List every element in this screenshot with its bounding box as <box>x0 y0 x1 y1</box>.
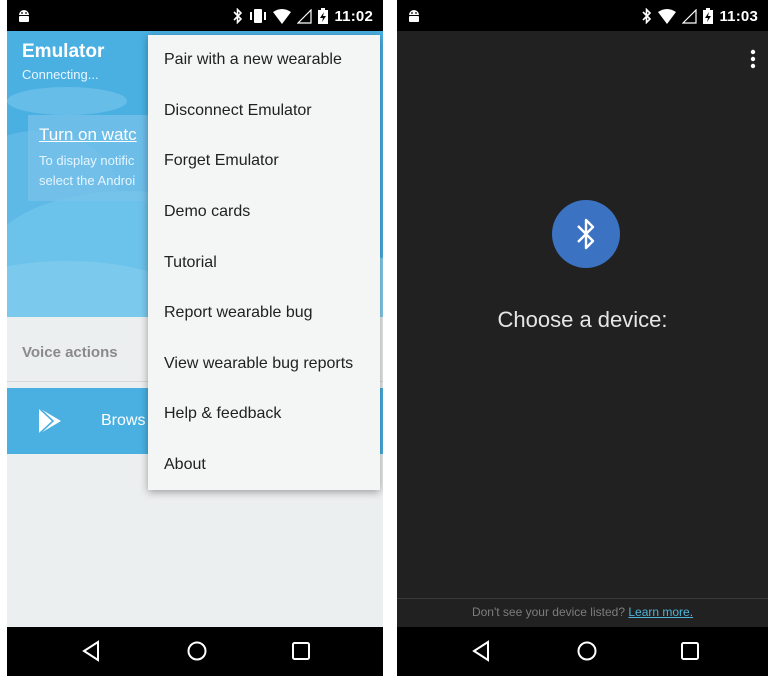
back-icon[interactable] <box>471 640 491 662</box>
recents-icon[interactable] <box>680 640 700 662</box>
bluetooth-icon <box>233 8 243 24</box>
android-icon <box>409 10 419 22</box>
menu-item-help-feedback[interactable]: Help & feedback <box>148 389 380 440</box>
signal-icon <box>297 8 313 24</box>
wifi-icon <box>658 8 677 24</box>
wifi-icon <box>273 8 292 24</box>
status-bar: 11:02 <box>7 0 383 31</box>
menu-item-disconnect[interactable]: Disconnect Emulator <box>148 86 380 137</box>
navigation-bar <box>397 627 768 676</box>
footer-text: Don't see your device listed? <box>471 605 625 619</box>
right-phone-screen: 11:03 Choose a device: Don't see your de… <box>397 0 768 676</box>
menu-item-tutorial[interactable]: Tutorial <box>148 237 380 288</box>
left-phone-screen: 11:02 Emulator Connecting... Turn on wat… <box>7 0 383 676</box>
navigation-bar <box>7 627 383 676</box>
signal-icon <box>682 8 698 24</box>
learn-more-link[interactable]: Learn more. <box>628 605 693 619</box>
menu-item-forget[interactable]: Forget Emulator <box>148 136 380 187</box>
status-time: 11:03 <box>719 7 758 25</box>
overflow-menu-icon[interactable] <box>750 48 756 70</box>
device-name: Emulator <box>22 41 105 62</box>
browse-label: Brows <box>101 412 146 429</box>
bluetooth-icon <box>642 8 652 24</box>
menu-item-demo-cards[interactable]: Demo cards <box>148 187 380 238</box>
divider <box>397 598 768 599</box>
voice-actions-heading: Voice actions <box>22 344 118 361</box>
connection-status: Connecting... <box>22 67 99 82</box>
bluetooth-scan-indicator <box>552 200 620 268</box>
back-icon[interactable] <box>81 640 101 662</box>
home-icon[interactable] <box>576 640 598 662</box>
vibrate-icon <box>250 9 267 23</box>
status-time: 11:02 <box>334 7 373 25</box>
play-store-icon <box>38 407 61 435</box>
menu-item-about[interactable]: About <box>148 440 380 491</box>
overflow-menu: Pair with a new wearable Disconnect Emul… <box>148 35 380 490</box>
menu-item-pair[interactable]: Pair with a new wearable <box>148 35 380 86</box>
turn-on-link[interactable]: Turn on watc <box>39 125 137 145</box>
menu-item-view-bug-reports[interactable]: View wearable bug reports <box>148 339 380 390</box>
battery-charging-icon <box>703 8 714 24</box>
status-bar: 11:03 <box>397 0 768 31</box>
choose-device-prompt: Choose a device: <box>497 307 668 332</box>
device-help-footer: Don't see your device listed? Learn more… <box>397 605 768 619</box>
android-icon <box>19 10 29 22</box>
bluetooth-icon <box>577 218 595 250</box>
menu-item-report-bug[interactable]: Report wearable bug <box>148 288 380 339</box>
recents-icon[interactable] <box>291 640 311 662</box>
home-icon[interactable] <box>186 640 208 662</box>
battery-charging-icon <box>318 8 329 24</box>
